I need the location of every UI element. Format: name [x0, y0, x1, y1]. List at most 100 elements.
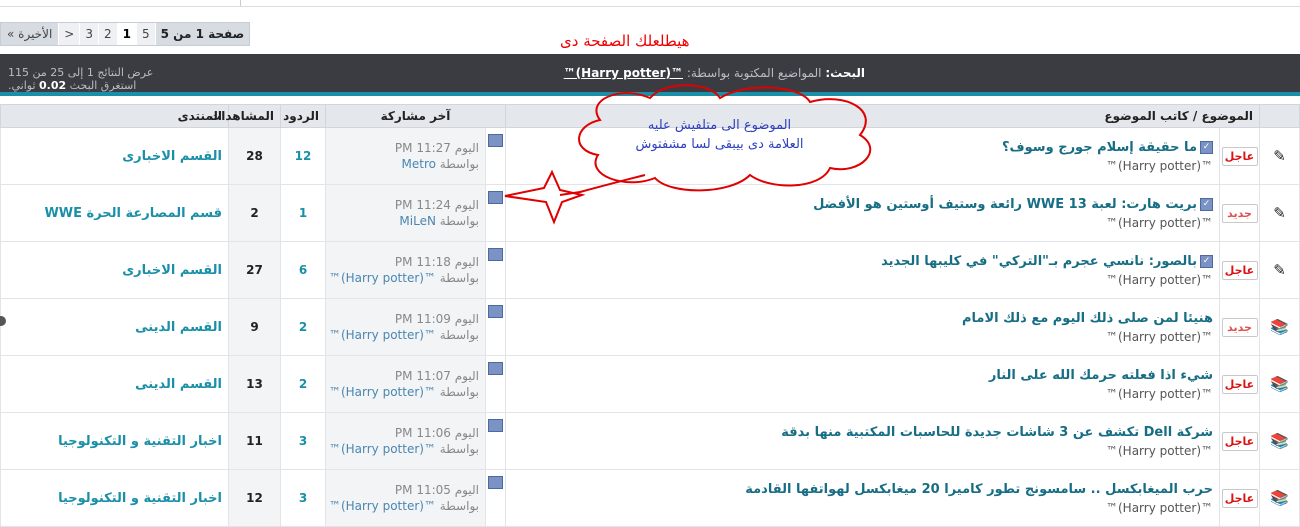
- read-checkbox-icon: ✓: [1200, 140, 1213, 154]
- last-post-cell: اليوم 11:24 PM بواسطة MiLeN: [325, 184, 486, 242]
- prefix-badge: عاجل: [1221, 374, 1258, 394]
- unread-marker-icon[interactable]: [488, 248, 503, 261]
- pager-page-3[interactable]: 3: [79, 23, 98, 45]
- thread-status-icon: ✎: [1273, 261, 1286, 279]
- forum-link[interactable]: القسم الدينى: [135, 320, 222, 335]
- prefix-badge: عاجل: [1221, 488, 1258, 508]
- search-time-label: استغرق البحث: [69, 79, 137, 92]
- thread-title-link[interactable]: شيء اذا فعلته حرمك الله على النار: [989, 368, 1213, 383]
- search-user-link[interactable]: ™(Harry potter)™: [564, 66, 683, 80]
- search-results-bar: البحث: المواضيع المكتوبة بواسطة: ™(Harry…: [0, 54, 1300, 92]
- last-post-cell: اليوم 11:05 PM بواسطة ™(Harry potter)™: [325, 469, 486, 527]
- unread-marker-icon[interactable]: [488, 191, 503, 204]
- views-count: 12: [228, 469, 281, 527]
- forum-link[interactable]: القسم الاخبارى: [122, 263, 222, 278]
- last-post-by: بواسطة Metro: [326, 157, 480, 171]
- title-cell: حرب الميغابكسل .. سامسونج تطور كاميرا 20…: [505, 469, 1220, 527]
- last-post-cell: اليوم 11:27 PM بواسطة Metro: [325, 127, 486, 185]
- thread-author[interactable]: ™(Harry potter)™: [506, 159, 1213, 173]
- thread-author[interactable]: ™(Harry potter)™: [506, 444, 1213, 458]
- unread-marker-icon[interactable]: [488, 476, 503, 489]
- header-replies[interactable]: الردود: [280, 104, 326, 128]
- search-criteria: البحث: المواضيع المكتوبة بواسطة: ™(Harry…: [564, 66, 865, 80]
- last-post-user-link[interactable]: ™(Harry potter)™: [329, 385, 436, 399]
- thread-status-cell: 📚: [1259, 298, 1300, 356]
- pager-total-pages[interactable]: 5: [135, 23, 155, 45]
- prefix-cell: عاجل: [1219, 127, 1260, 185]
- forum-link[interactable]: قسم المصارعة الحرة WWE: [44, 206, 222, 221]
- replies-count[interactable]: 3: [299, 434, 307, 448]
- search-time-value: 0.02: [39, 79, 67, 92]
- replies-count[interactable]: 6: [299, 263, 307, 277]
- forum-cell: قسم المصارعة الحرة WWE: [0, 184, 229, 242]
- last-post-by: بواسطة ™(Harry potter)™: [326, 271, 479, 285]
- prefix-badge: جديد: [1221, 317, 1258, 337]
- last-post-user-link[interactable]: Metro: [402, 157, 436, 171]
- title-cell: ✓بريت هارت: لعبة WWE 13 رائعة وستيف أوست…: [505, 184, 1220, 242]
- replies-count[interactable]: 2: [299, 320, 307, 334]
- prefix-cell: عاجل: [1219, 469, 1260, 527]
- pager-last-link[interactable]: « الأخيرة: [1, 23, 59, 45]
- search-time: استغرق البحث 0.02 ثواني.: [8, 79, 153, 92]
- last-post-time: اليوم 11:05 PM: [394, 483, 479, 497]
- forum-cell: القسم الدينى: [0, 355, 229, 413]
- last-post-by-label: بواسطة: [439, 499, 479, 513]
- last-post-user-link[interactable]: MiLeN: [399, 214, 436, 228]
- thread-status-cell: ✎: [1259, 184, 1300, 242]
- forum-link[interactable]: القسم الاخبارى: [122, 149, 222, 164]
- table-row: ✎ عاجل ✓بالصور: نانسي عجرم بـ"التركي" في…: [0, 241, 1300, 299]
- last-post-user-link[interactable]: ™(Harry potter)™: [329, 271, 436, 285]
- forum-cell: القسم الاخبارى: [0, 127, 229, 185]
- views-count: 27: [228, 241, 281, 299]
- last-post-by-label: بواسطة: [439, 157, 479, 171]
- views-count: 28: [228, 127, 281, 185]
- thread-status-cell: ✎: [1259, 127, 1300, 185]
- last-post-user-link[interactable]: ™(Harry potter)™: [329, 328, 436, 342]
- thread-author[interactable]: ™(Harry potter)™: [506, 330, 1213, 344]
- pager-page-2[interactable]: 2: [97, 23, 117, 45]
- last-post-user-link[interactable]: ™(Harry potter)™: [329, 499, 436, 513]
- thread-title-link[interactable]: شركة Dell تكشف عن 3 شاشات جديدة للحاسبات…: [781, 425, 1213, 440]
- views-count: 11: [228, 412, 281, 470]
- last-post-by-label: بواسطة: [439, 442, 479, 456]
- thread-author[interactable]: ™(Harry potter)™: [506, 216, 1213, 230]
- unread-marker-icon[interactable]: [488, 305, 503, 318]
- last-post-cell: اليوم 11:09 PM بواسطة ™(Harry potter)™: [325, 298, 486, 356]
- last-post-user-link[interactable]: ™(Harry potter)™: [329, 442, 436, 456]
- prefix-cell: عاجل: [1219, 355, 1260, 413]
- unread-marker-icon[interactable]: [488, 419, 503, 432]
- thread-title-link[interactable]: بريت هارت: لعبة WWE 13 رائعة وستيف أوستي…: [813, 197, 1197, 212]
- last-post-time: اليوم 11:24 PM: [394, 198, 479, 212]
- forum-link[interactable]: اخبار التقنية و التكنولوجيا: [58, 434, 222, 449]
- thread-author[interactable]: ™(Harry potter)™: [506, 501, 1213, 515]
- forum-cell: اخبار التقنية و التكنولوجيا: [0, 469, 229, 527]
- last-post-by: بواسطة ™(Harry potter)™: [326, 328, 479, 342]
- search-label: البحث:: [825, 66, 865, 80]
- replies-count[interactable]: 2: [299, 377, 307, 391]
- thread-author[interactable]: ™(Harry potter)™: [506, 273, 1213, 287]
- thread-title-link[interactable]: هنيئا لمن صلى ذلك اليوم مع ذلك الامام: [962, 311, 1213, 326]
- thread-author[interactable]: ™(Harry potter)™: [506, 387, 1213, 401]
- thread-status-cell: 📚: [1259, 469, 1300, 527]
- thread-title-link[interactable]: ما حقيقة إسلام جورج وسوف؟: [1002, 140, 1197, 155]
- last-post-time: اليوم 11:18 PM: [394, 255, 479, 269]
- last-post-cell: اليوم 11:06 PM بواسطة ™(Harry potter)™: [325, 412, 486, 470]
- replies-count[interactable]: 3: [299, 491, 307, 505]
- header-forum[interactable]: المنتدى: [0, 104, 229, 128]
- unread-marker-icon[interactable]: [488, 134, 503, 147]
- pager-next-link[interactable]: >: [58, 23, 80, 45]
- last-post-time: اليوم 11:09 PM: [394, 312, 479, 326]
- forum-link[interactable]: اخبار التقنية و التكنولوجيا: [58, 491, 222, 506]
- thread-status-cell: ✎: [1259, 241, 1300, 299]
- unread-marker-cell: [485, 184, 506, 242]
- views-count: 2: [228, 184, 281, 242]
- cloud-text-line-1: الموضوع الى متلفيش عليه: [647, 118, 792, 133]
- replies-count[interactable]: 1: [299, 206, 307, 220]
- unread-marker-icon[interactable]: [488, 362, 503, 375]
- forum-link[interactable]: القسم الدينى: [135, 377, 222, 392]
- thread-title-link[interactable]: بالصور: نانسي عجرم بـ"التركي" في كليبها …: [881, 254, 1197, 269]
- header-last-post[interactable]: آخر مشاركة: [325, 104, 506, 128]
- header-views[interactable]: المشاهدات: [209, 104, 281, 128]
- replies-cell: 6: [280, 241, 326, 299]
- replies-count[interactable]: 12: [295, 149, 312, 163]
